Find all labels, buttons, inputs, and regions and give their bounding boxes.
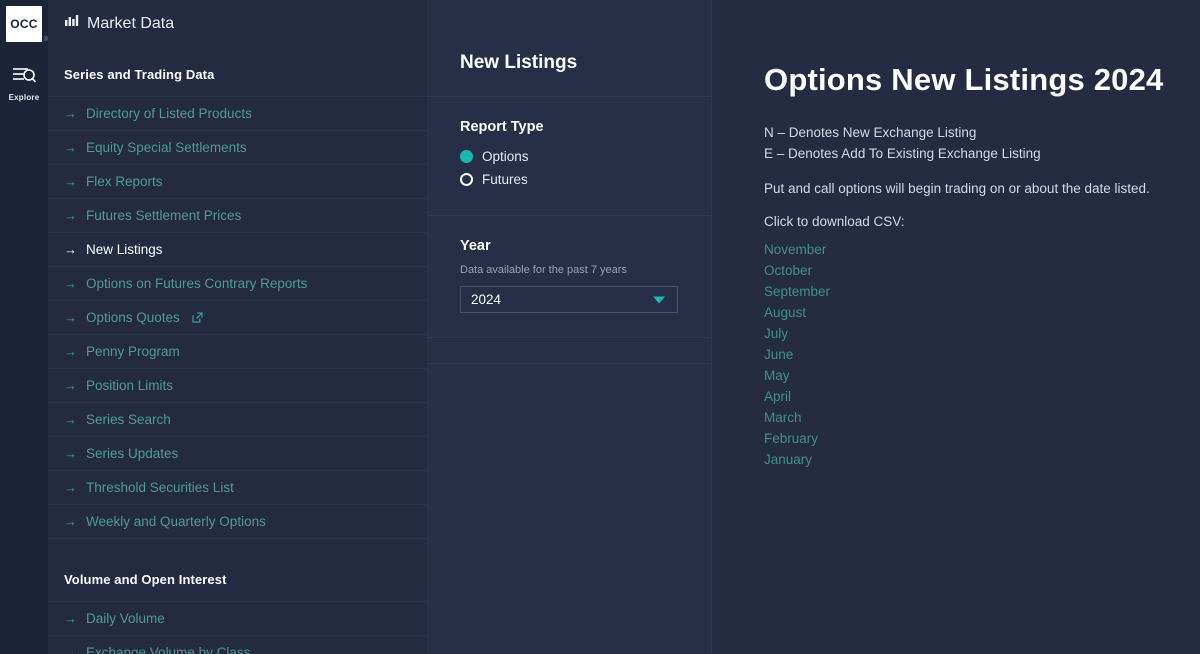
arrow-right-icon: → bbox=[64, 140, 77, 155]
radio-option-label: Futures bbox=[482, 172, 528, 187]
report-type-block: Report Type Options Futures bbox=[428, 97, 711, 216]
rail-item-explore[interactable]: Explore bbox=[9, 64, 40, 102]
sidebar-item-label: Series Updates bbox=[86, 446, 179, 461]
sidebar-item-position-limits[interactable]: → Position Limits bbox=[48, 368, 427, 402]
page-title: Options New Listings 2024 bbox=[764, 62, 1164, 97]
sidebar-item-label: Flex Reports bbox=[86, 174, 163, 189]
month-link-june[interactable]: June bbox=[764, 344, 793, 365]
app-root: OCC ® Explore Market Data Series and Tra… bbox=[0, 0, 1200, 654]
sidebar-item-label: Exchange Volume by Class bbox=[86, 645, 251, 654]
month-link-march[interactable]: March bbox=[764, 407, 802, 428]
arrow-right-icon: → bbox=[64, 344, 77, 359]
arrow-right-icon: → bbox=[64, 514, 77, 529]
filters-title: New Listings bbox=[428, 0, 711, 97]
sidebar-item-series-search[interactable]: → Series Search bbox=[48, 402, 427, 436]
csv-download-label: Click to download CSV: bbox=[764, 214, 905, 229]
sidebar-item-flex-reports[interactable]: → Flex Reports bbox=[48, 164, 427, 198]
sidebar-item-threshold-securities-list[interactable]: → Threshold Securities List bbox=[48, 470, 427, 504]
sidebar-item-equity-special-settlements[interactable]: → Equity Special Settlements bbox=[48, 130, 427, 164]
sidebar-item-label: Series Search bbox=[86, 412, 171, 427]
filters-footer-divider bbox=[428, 338, 711, 364]
sidebar-item-label: Directory of Listed Products bbox=[86, 106, 252, 121]
sidebar-header-title: Market Data bbox=[87, 14, 175, 32]
arrow-right-icon: → bbox=[64, 208, 77, 223]
year-select[interactable]: 2024 bbox=[460, 286, 678, 313]
legend-line-n: N – Denotes New Exchange Listing bbox=[764, 125, 977, 140]
chevron-down-icon bbox=[653, 296, 665, 303]
sidebar-item-options-quotes[interactable]: → Options Quotes bbox=[48, 300, 427, 334]
arrow-right-icon: → bbox=[64, 378, 77, 393]
month-link-october[interactable]: October bbox=[764, 260, 812, 281]
year-select-value: 2024 bbox=[471, 292, 502, 307]
sidebar-item-label: New Listings bbox=[86, 242, 163, 257]
report-type-radio-group: Options Futures bbox=[460, 145, 711, 191]
filters-panel: New Listings Report Type Options Futures … bbox=[428, 0, 712, 654]
main-content: Options New Listings 2024 N – Denotes Ne… bbox=[712, 0, 1200, 654]
arrow-right-icon: → bbox=[64, 242, 77, 257]
month-link-april[interactable]: April bbox=[764, 386, 791, 407]
arrow-right-icon: → bbox=[64, 611, 77, 626]
month-link-july[interactable]: July bbox=[764, 323, 788, 344]
sidebar-item-exchange-volume-by-class[interactable]: → Exchange Volume by Class bbox=[48, 635, 427, 654]
year-label: Year bbox=[460, 238, 491, 254]
sidebar-item-label: Daily Volume bbox=[86, 611, 165, 626]
occ-logo-mark: OCC bbox=[6, 6, 42, 42]
sidebar-section-title: Volume and Open Interest bbox=[64, 572, 227, 587]
rail-item-explore-label: Explore bbox=[8, 93, 40, 102]
icon-rail: OCC ® Explore bbox=[0, 0, 48, 654]
month-link-may[interactable]: May bbox=[764, 365, 790, 386]
sidebar-item-label: Options on Futures Contrary Reports bbox=[86, 276, 308, 291]
explore-search-icon bbox=[11, 64, 37, 91]
sidebar-item-new-listings[interactable]: → New Listings bbox=[48, 232, 427, 266]
arrow-right-icon: → bbox=[64, 174, 77, 189]
sidebar-item-daily-volume[interactable]: → Daily Volume bbox=[48, 601, 427, 635]
radio-option-options[interactable]: Options bbox=[460, 145, 711, 168]
arrow-right-icon: → bbox=[64, 480, 77, 495]
sidebar-section-title: Series and Trading Data bbox=[64, 67, 215, 82]
report-type-label: Report Type bbox=[460, 119, 544, 135]
sidebar-item-label: Futures Settlement Prices bbox=[86, 208, 242, 223]
legend-line-e: E – Denotes Add To Existing Exchange Lis… bbox=[764, 146, 1041, 161]
month-link-february[interactable]: February bbox=[764, 428, 818, 449]
arrow-right-icon: → bbox=[64, 276, 77, 291]
sidebar-item-label: Equity Special Settlements bbox=[86, 140, 247, 155]
radio-option-futures[interactable]: Futures bbox=[460, 168, 711, 191]
sidebar-item-label: Options Quotes bbox=[86, 310, 180, 325]
arrow-right-icon: → bbox=[64, 412, 77, 427]
year-block: Year Data available for the past 7 years… bbox=[428, 216, 711, 338]
external-link-icon bbox=[192, 312, 203, 323]
arrow-right-icon: → bbox=[64, 106, 77, 121]
sidebar-item-penny-program[interactable]: → Penny Program bbox=[48, 334, 427, 368]
arrow-right-icon: → bbox=[64, 310, 77, 325]
month-link-august[interactable]: August bbox=[764, 302, 806, 323]
sidebar-item-options-on-futures-contrary-reports[interactable]: → Options on Futures Contrary Reports bbox=[48, 266, 427, 300]
arrow-right-icon: → bbox=[64, 446, 77, 461]
month-link-september[interactable]: September bbox=[764, 281, 830, 302]
sidebar-item-directory-of-listed-products[interactable]: → Directory of Listed Products bbox=[48, 96, 427, 130]
month-link-november[interactable]: November bbox=[764, 239, 826, 260]
radio-button-icon[interactable] bbox=[460, 173, 473, 186]
sidebar: Market Data Series and Trading Data → Dire… bbox=[48, 0, 428, 654]
sidebar-item-label: Penny Program bbox=[86, 344, 180, 359]
registered-trademark-icon: ® bbox=[43, 37, 48, 43]
sidebar-sections: Series and Trading Data → Directory of Lis… bbox=[48, 47, 427, 654]
bar-chart-icon bbox=[64, 14, 79, 33]
month-download-list: November October September August July June Ma… bbox=[764, 239, 1200, 470]
month-link-january[interactable]: January bbox=[764, 449, 812, 470]
radio-option-label: Options bbox=[482, 149, 529, 164]
sidebar-item-weekly-and-quarterly-options[interactable]: → Weekly and Quarterly Options bbox=[48, 504, 427, 538]
sidebar-item-series-updates[interactable]: → Series Updates bbox=[48, 436, 427, 470]
sidebar-item-label: Position Limits bbox=[86, 378, 174, 393]
sidebar-section-divider bbox=[48, 538, 427, 552]
arrow-right-icon: → bbox=[64, 645, 77, 654]
sidebar-header[interactable]: Market Data bbox=[48, 0, 427, 47]
sidebar-item-futures-settlement-prices[interactable]: → Futures Settlement Prices bbox=[48, 198, 427, 232]
occ-logo[interactable]: OCC ® bbox=[6, 6, 48, 43]
radio-button-icon[interactable] bbox=[460, 150, 473, 163]
trading-note: Put and call options will begin trading … bbox=[764, 181, 1150, 196]
sidebar-item-label: Threshold Securities List bbox=[86, 480, 234, 495]
year-hint: Data available for the past 7 years bbox=[460, 264, 627, 276]
sidebar-item-label: Weekly and Quarterly Options bbox=[86, 514, 266, 529]
